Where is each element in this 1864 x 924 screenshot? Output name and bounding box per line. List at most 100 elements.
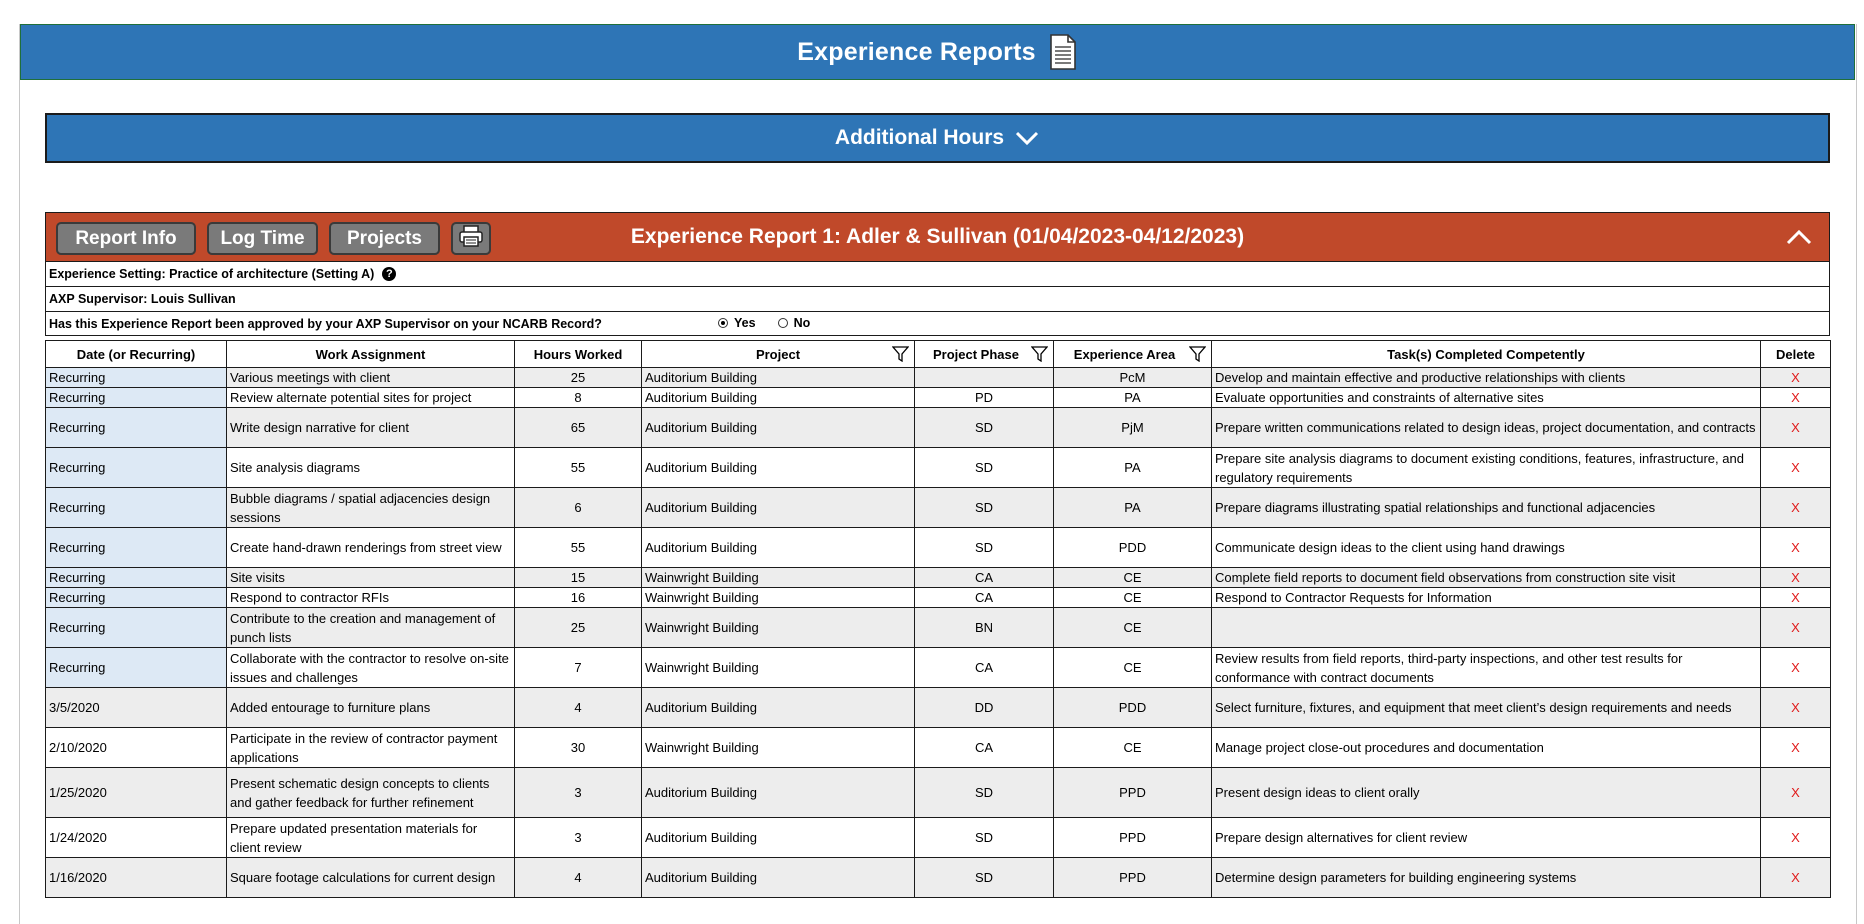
cell-phase[interactable]: PD [914, 387, 1054, 408]
cell-task[interactable] [1211, 607, 1761, 648]
cell-hours[interactable]: 55 [514, 447, 642, 488]
cell-work-assignment[interactable]: Contribute to the creation and managemen… [226, 607, 515, 648]
cell-project[interactable]: Wainwright Building [641, 727, 915, 768]
cell-date[interactable]: Recurring [45, 607, 227, 648]
table-row[interactable]: 3/5/2020 Added entourage to furniture pla… [45, 687, 1831, 728]
cell-task[interactable]: Present design ideas to client orally [1211, 767, 1761, 818]
table-row[interactable]: Recurring Various meetings with client 25 A… [45, 367, 1831, 388]
chevron-up-icon[interactable] [1785, 227, 1813, 247]
cell-task[interactable]: Prepare written communications related t… [1211, 407, 1761, 448]
cell-phase[interactable]: SD [914, 447, 1054, 488]
cell-area[interactable]: PDD [1053, 527, 1212, 568]
cell-date[interactable]: 1/24/2020 [45, 817, 227, 858]
delete-row-button[interactable]: X [1760, 387, 1831, 408]
delete-row-button[interactable]: X [1760, 607, 1831, 648]
cell-area[interactable]: PDD [1053, 687, 1212, 728]
cell-project[interactable]: Auditorium Building [641, 767, 915, 818]
cell-project[interactable]: Auditorium Building [641, 817, 915, 858]
cell-hours[interactable]: 3 [514, 817, 642, 858]
cell-date[interactable]: Recurring [45, 587, 227, 608]
table-row[interactable]: Recurring Contribute to the creation and … [45, 607, 1831, 648]
delete-row-button[interactable]: X [1760, 857, 1831, 898]
cell-project[interactable]: Auditorium Building [641, 367, 915, 388]
cell-area[interactable]: CE [1053, 567, 1212, 588]
cell-task[interactable]: Respond to Contractor Requests for Infor… [1211, 587, 1761, 608]
cell-hours[interactable]: 65 [514, 407, 642, 448]
table-row[interactable]: Recurring Collaborate with the contractor… [45, 647, 1831, 688]
cell-work-assignment[interactable]: Site analysis diagrams [226, 447, 515, 488]
cell-date[interactable]: 1/16/2020 [45, 857, 227, 898]
cell-phase[interactable]: CA [914, 727, 1054, 768]
cell-area[interactable]: CE [1053, 587, 1212, 608]
delete-row-button[interactable]: X [1760, 727, 1831, 768]
cell-work-assignment[interactable]: Respond to contractor RFIs [226, 587, 515, 608]
cell-task[interactable]: Complete field reports to document field… [1211, 567, 1761, 588]
filter-icon[interactable] [1030, 346, 1049, 363]
delete-row-button[interactable]: X [1760, 767, 1831, 818]
cell-task[interactable]: Review results from field reports, third… [1211, 647, 1761, 688]
cell-work-assignment[interactable]: Create hand-drawn renderings from street… [226, 527, 515, 568]
cell-date[interactable]: 1/25/2020 [45, 767, 227, 818]
cell-work-assignment[interactable]: Write design narrative for client [226, 407, 515, 448]
cell-date[interactable]: Recurring [45, 567, 227, 588]
cell-area[interactable]: PA [1053, 487, 1212, 528]
cell-project[interactable]: Auditorium Building [641, 407, 915, 448]
cell-phase[interactable]: SD [914, 817, 1054, 858]
cell-phase[interactable]: SD [914, 487, 1054, 528]
cell-project[interactable]: Wainwright Building [641, 647, 915, 688]
cell-work-assignment[interactable]: Square footage calculations for current … [226, 857, 515, 898]
cell-task[interactable]: Evaluate opportunities and constraints o… [1211, 387, 1761, 408]
cell-hours[interactable]: 25 [514, 607, 642, 648]
cell-hours[interactable]: 4 [514, 687, 642, 728]
table-row[interactable]: Recurring Bubble diagrams / spatial adjac… [45, 487, 1831, 528]
cell-area[interactable]: PA [1053, 447, 1212, 488]
cell-hours[interactable]: 55 [514, 527, 642, 568]
cell-project[interactable]: Auditorium Building [641, 857, 915, 898]
cell-date[interactable]: Recurring [45, 527, 227, 568]
cell-phase[interactable]: SD [914, 767, 1054, 818]
cell-work-assignment[interactable]: Prepare updated presentation materials f… [226, 817, 515, 858]
cell-phase[interactable]: DD [914, 687, 1054, 728]
delete-row-button[interactable]: X [1760, 487, 1831, 528]
cell-task[interactable]: Select furniture, fixtures, and equipmen… [1211, 687, 1761, 728]
cell-area[interactable]: CE [1053, 647, 1212, 688]
cell-task[interactable]: Communicate design ideas to the client u… [1211, 527, 1761, 568]
cell-task[interactable]: Determine design parameters for building… [1211, 857, 1761, 898]
table-row[interactable]: Recurring Site visits 15 Wainwright Buildin… [45, 567, 1831, 588]
table-row[interactable]: Recurring Write design narrative for clie… [45, 407, 1831, 448]
cell-area[interactable]: PPD [1053, 857, 1212, 898]
cell-date[interactable]: Recurring [45, 487, 227, 528]
cell-work-assignment[interactable]: Participate in the review of contractor … [226, 727, 515, 768]
table-row[interactable]: Recurring Respond to contractor RFIs 16 Wai… [45, 587, 1831, 608]
cell-work-assignment[interactable]: Collaborate with the contractor to resol… [226, 647, 515, 688]
cell-phase[interactable]: SD [914, 407, 1054, 448]
delete-row-button[interactable]: X [1760, 367, 1831, 388]
cell-hours[interactable]: 15 [514, 567, 642, 588]
cell-hours[interactable]: 3 [514, 767, 642, 818]
table-row[interactable]: 1/25/2020 Present schematic design concep… [45, 767, 1831, 818]
cell-work-assignment[interactable]: Review alternate potential sites for pro… [226, 387, 515, 408]
cell-phase[interactable]: BN [914, 607, 1054, 648]
delete-row-button[interactable]: X [1760, 527, 1831, 568]
cell-project[interactable]: Auditorium Building [641, 447, 915, 488]
cell-hours[interactable]: 8 [514, 387, 642, 408]
filter-icon[interactable] [1188, 346, 1207, 363]
cell-task[interactable]: Manage project close-out procedures and … [1211, 727, 1761, 768]
delete-row-button[interactable]: X [1760, 587, 1831, 608]
cell-date[interactable]: Recurring [45, 367, 227, 388]
delete-row-button[interactable]: X [1760, 447, 1831, 488]
cell-work-assignment[interactable]: Site visits [226, 567, 515, 588]
cell-project[interactable]: Auditorium Building [641, 487, 915, 528]
cell-work-assignment[interactable]: Various meetings with client [226, 367, 515, 388]
approval-no-radio[interactable] [777, 318, 788, 328]
cell-hours[interactable]: 7 [514, 647, 642, 688]
delete-row-button[interactable]: X [1760, 647, 1831, 688]
cell-area[interactable]: PA [1053, 387, 1212, 408]
cell-phase[interactable]: CA [914, 567, 1054, 588]
cell-phase[interactable]: CA [914, 647, 1054, 688]
delete-row-button[interactable]: X [1760, 567, 1831, 588]
cell-task[interactable]: Develop and maintain effective and produ… [1211, 367, 1761, 388]
cell-date[interactable]: 2/10/2020 [45, 727, 227, 768]
cell-work-assignment[interactable]: Present schematic design concepts to cli… [226, 767, 515, 818]
cell-area[interactable]: CE [1053, 727, 1212, 768]
